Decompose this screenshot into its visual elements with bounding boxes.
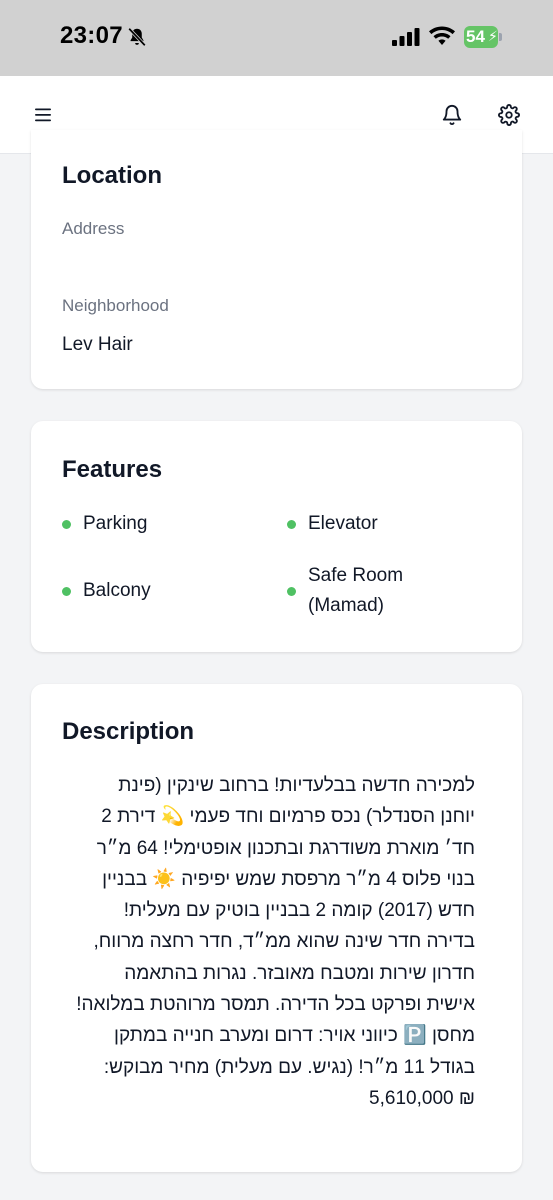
description-text: למכירה חדשה בבלעדיות! ברחוב שינקין (פינת… bbox=[76, 775, 475, 1109]
neighborhood-label: Neighborhood bbox=[62, 296, 169, 315]
address-label: Address bbox=[62, 219, 125, 238]
bell-icon bbox=[442, 105, 462, 126]
settings-button[interactable] bbox=[494, 100, 524, 130]
feature-item: Balcony bbox=[62, 576, 151, 606]
location-title: Location bbox=[62, 162, 162, 189]
feature-item: Elevator bbox=[287, 509, 378, 539]
cellular-signal-icon bbox=[392, 28, 420, 46]
feature-item: Safe Room (Mamad) bbox=[287, 561, 403, 621]
feature-label: Safe Room (Mamad) bbox=[308, 565, 404, 616]
features-card: Features Parking Elevator Balcony Safe R… bbox=[31, 421, 522, 652]
battery-level: 54 bbox=[466, 27, 485, 46]
feature-dot bbox=[287, 586, 296, 596]
battery-cap bbox=[499, 33, 502, 41]
description-title: Description bbox=[62, 718, 195, 745]
bell-off-icon bbox=[128, 27, 146, 47]
feature-label: Balcony bbox=[83, 580, 151, 601]
status-time: 23:07 bbox=[60, 22, 123, 49]
feature-label: Parking bbox=[83, 513, 148, 534]
menu-button[interactable] bbox=[29, 100, 59, 130]
feature-item: Parking bbox=[62, 509, 147, 539]
feature-dot bbox=[287, 519, 296, 529]
features-title: Features bbox=[62, 456, 163, 483]
status-bar: 23:07 54 ⚡ bbox=[0, 0, 553, 76]
charging-bolt-icon: ⚡ bbox=[488, 28, 498, 44]
battery-indicator: 54 ⚡ bbox=[464, 26, 502, 48]
battery-body: 54 ⚡ bbox=[464, 26, 498, 48]
description-card: Description למכירה חדשה בבלעדיות! ברחוב … bbox=[31, 684, 522, 1172]
feature-dot bbox=[62, 586, 71, 596]
neighborhood-value: Lev Hair bbox=[62, 334, 133, 355]
wifi-icon bbox=[429, 26, 455, 45]
feature-label: Elevator bbox=[308, 513, 378, 534]
location-card: Location Address Neighborhood Lev Hair bbox=[31, 130, 522, 389]
gear-icon bbox=[498, 104, 520, 126]
feature-dot bbox=[62, 519, 71, 529]
notifications-button[interactable] bbox=[437, 100, 467, 130]
menu-icon bbox=[35, 108, 51, 122]
